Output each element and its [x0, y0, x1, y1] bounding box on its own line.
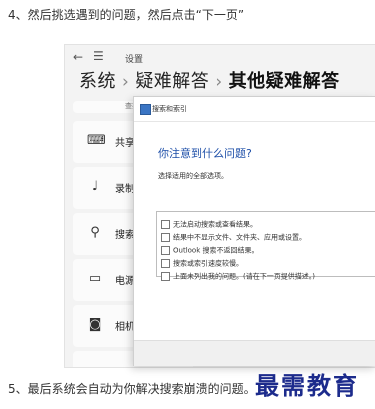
dialog-question: 你注意到什么问题? — [158, 147, 252, 160]
list-item-label: 程序 — [115, 364, 135, 367]
menu-icon[interactable]: ☰ — [93, 49, 104, 63]
option-row[interactable]: 无法启动搜索或查看结果。 — [157, 214, 375, 229]
breadcrumb-system[interactable]: 系统 — [79, 71, 116, 92]
list-item-label: 相机 — [115, 322, 135, 333]
list-item-label: 搜索 — [115, 230, 135, 241]
step-5-instruction: 5、最后系统会自动为你解决搜索崩溃的问题。 — [8, 382, 256, 396]
search-indexing-dialog: 搜索和索引 你注意到什么问题? 选择适用的全部选项。 无法启动搜索或查看结果。 … — [133, 96, 375, 366]
breadcrumb-other-troubleshooters: 其他疑难解答 — [228, 71, 340, 92]
breadcrumb-troubleshoot[interactable]: 疑难解答 — [135, 71, 209, 92]
step-4-instruction: 4、然后挑选遇到的问题，然后点击“下一页” — [8, 8, 245, 22]
camera-icon: ◙ — [88, 317, 102, 332]
option-row[interactable]: 搜索或索引速度较慢。 — [157, 253, 375, 268]
list-item-label: 共享 — [115, 138, 135, 149]
options-list: 无法启动搜索或查看结果。 结果中不显示文件、文件夹、应用或设置。 Outlook… — [156, 211, 375, 281]
chevron-right-icon: › — [122, 72, 130, 92]
search-icon: ⚲ — [90, 225, 100, 240]
option-row[interactable]: Outlook 搜索不返回结果。 — [157, 240, 375, 255]
option-row[interactable]: 上面未列出我的问题。(请在下一页提供描述。) — [157, 266, 375, 281]
keyboard-icon: ⌨ — [87, 133, 106, 148]
chevron-right-icon: › — [215, 72, 223, 92]
battery-icon: ▭ — [88, 271, 102, 286]
dialog-footer — [134, 340, 375, 366]
list-item-label: 录制 — [115, 184, 135, 195]
breadcrumb: 系统 › 疑难解答 › 其他疑难解答 — [79, 67, 340, 93]
window-title: 设置 — [125, 55, 144, 65]
dialog-header: 搜索和索引 — [134, 97, 375, 122]
dialog-instruction: 选择适用的全部选项。 — [158, 172, 228, 180]
app-icon — [140, 104, 151, 115]
option-row[interactable]: 结果中不显示文件、文件夹、应用或设置。 — [157, 227, 375, 242]
list-item-label: 电源 — [115, 276, 135, 287]
option-label: 上面未列出我的问题。(请在下一页提供描述。) — [173, 272, 315, 281]
list-icon: ≡ — [87, 363, 103, 367]
dialog-title: 搜索和索引 — [152, 105, 187, 113]
watermark-logo: 最需教育 — [255, 371, 359, 400]
checkbox[interactable] — [161, 272, 170, 281]
microphone-icon: ♩ — [91, 179, 99, 194]
back-arrow-icon[interactable]: ← — [73, 50, 83, 64]
